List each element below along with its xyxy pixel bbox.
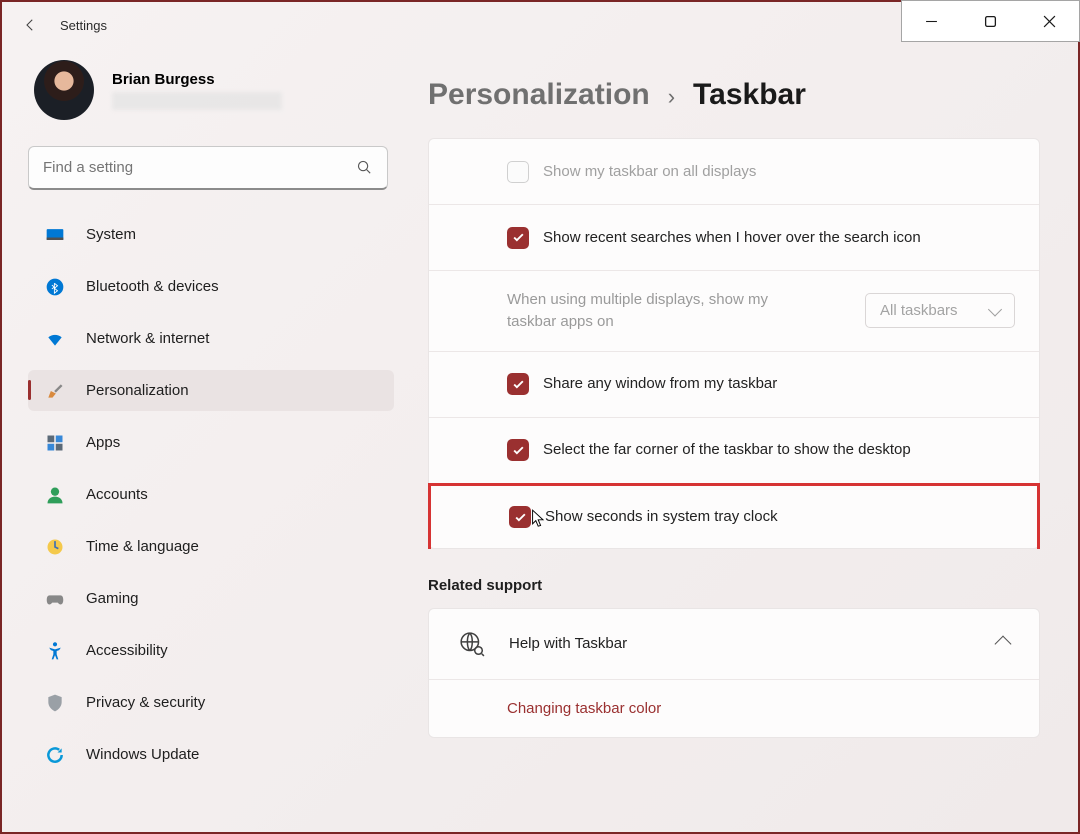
taskbar-apps-dropdown: All taskbars bbox=[865, 293, 1015, 328]
titlebar-title: Settings bbox=[60, 18, 107, 33]
sidebar-item-label: Personalization bbox=[86, 382, 189, 399]
gamepad-icon bbox=[44, 588, 66, 610]
help-title: Help with Taskbar bbox=[509, 635, 627, 652]
checkbox-checked[interactable] bbox=[507, 227, 529, 249]
help-link[interactable]: Changing taskbar color bbox=[429, 680, 1039, 737]
wifi-icon bbox=[44, 328, 66, 350]
sidebar-item-label: Accessibility bbox=[86, 642, 168, 659]
back-button[interactable] bbox=[14, 9, 46, 41]
globe-search-icon bbox=[459, 631, 485, 657]
sidebar-item-system[interactable]: System bbox=[28, 214, 394, 255]
person-icon bbox=[44, 484, 66, 506]
chevron-up-icon bbox=[995, 635, 1012, 652]
sidebar-item-bluetooth[interactable]: Bluetooth & devices bbox=[28, 266, 394, 307]
related-support-title: Related support bbox=[428, 577, 1040, 594]
setting-label: Select the far corner of the taskbar to … bbox=[543, 439, 911, 461]
setting-row-recent-searches[interactable]: Show recent searches when I hover over t… bbox=[429, 205, 1039, 271]
setting-label: Show recent searches when I hover over t… bbox=[543, 227, 921, 249]
setting-row-all-displays: Show my taskbar on all displays bbox=[429, 139, 1039, 205]
maximize-button[interactable] bbox=[961, 1, 1020, 41]
accessibility-icon bbox=[44, 640, 66, 662]
checkbox-checked[interactable] bbox=[507, 373, 529, 395]
sidebar-item-label: Privacy & security bbox=[86, 694, 205, 711]
sidebar-item-time[interactable]: Time & language bbox=[28, 526, 394, 567]
sidebar-item-label: Windows Update bbox=[86, 746, 199, 763]
profile-name: Brian Burgess bbox=[112, 71, 282, 88]
sidebar-item-label: Accounts bbox=[86, 486, 148, 503]
sidebar-item-personalization[interactable]: Personalization bbox=[28, 370, 394, 411]
setting-row-show-seconds[interactable]: Show seconds in system tray clock bbox=[428, 483, 1040, 549]
sidebar-item-gaming[interactable]: Gaming bbox=[28, 578, 394, 619]
setting-row-multi-display: When using multiple displays, show my ta… bbox=[429, 271, 1039, 352]
sidebar-item-label: Gaming bbox=[86, 590, 139, 607]
sidebar-item-accessibility[interactable]: Accessibility bbox=[28, 630, 394, 671]
taskbar-behaviors-panel: Show my taskbar on all displays Show rec… bbox=[428, 138, 1040, 549]
setting-row-share-window[interactable]: Share any window from my taskbar bbox=[429, 352, 1039, 418]
sidebar-item-label: Apps bbox=[86, 434, 120, 451]
shield-icon bbox=[44, 692, 66, 714]
sidebar-item-privacy[interactable]: Privacy & security bbox=[28, 682, 394, 723]
sidebar-item-accounts[interactable]: Accounts bbox=[28, 474, 394, 515]
sidebar-item-label: System bbox=[86, 226, 136, 243]
update-icon bbox=[44, 744, 66, 766]
checkbox-checked[interactable] bbox=[507, 439, 529, 461]
sidebar-item-label: Bluetooth & devices bbox=[86, 278, 219, 295]
chevron-right-icon: › bbox=[668, 84, 675, 110]
checkbox-unchecked bbox=[507, 161, 529, 183]
setting-label: Share any window from my taskbar bbox=[543, 373, 777, 395]
help-panel: Help with Taskbar Changing taskbar color bbox=[428, 608, 1040, 738]
profile[interactable]: Brian Burgess bbox=[28, 60, 400, 120]
search-input[interactable] bbox=[43, 159, 356, 176]
apps-icon bbox=[44, 432, 66, 454]
setting-label: When using multiple displays, show my ta… bbox=[507, 289, 787, 333]
breadcrumb: Personalization › Taskbar bbox=[428, 78, 1040, 112]
bluetooth-icon bbox=[44, 276, 66, 298]
sidebar-item-network[interactable]: Network & internet bbox=[28, 318, 394, 359]
profile-email bbox=[112, 92, 282, 110]
setting-label: Show my taskbar on all displays bbox=[543, 161, 756, 183]
system-icon bbox=[44, 224, 66, 246]
help-header[interactable]: Help with Taskbar bbox=[429, 609, 1039, 680]
setting-row-far-corner[interactable]: Select the far corner of the taskbar to … bbox=[429, 418, 1039, 484]
checkbox-checked[interactable] bbox=[509, 506, 531, 528]
breadcrumb-parent[interactable]: Personalization bbox=[428, 78, 650, 112]
avatar bbox=[34, 60, 94, 120]
sidebar-item-update[interactable]: Windows Update bbox=[28, 734, 394, 775]
search-box[interactable] bbox=[28, 146, 388, 190]
clock-globe-icon bbox=[44, 536, 66, 558]
setting-label: Show seconds in system tray clock bbox=[545, 506, 778, 528]
search-icon bbox=[356, 159, 373, 176]
paintbrush-icon bbox=[44, 380, 66, 402]
breadcrumb-current: Taskbar bbox=[693, 78, 806, 112]
sidebar-item-apps[interactable]: Apps bbox=[28, 422, 394, 463]
sidebar-item-label: Network & internet bbox=[86, 330, 209, 347]
sidebar-item-label: Time & language bbox=[86, 538, 199, 555]
minimize-button[interactable] bbox=[902, 1, 961, 41]
close-button[interactable] bbox=[1020, 1, 1079, 41]
